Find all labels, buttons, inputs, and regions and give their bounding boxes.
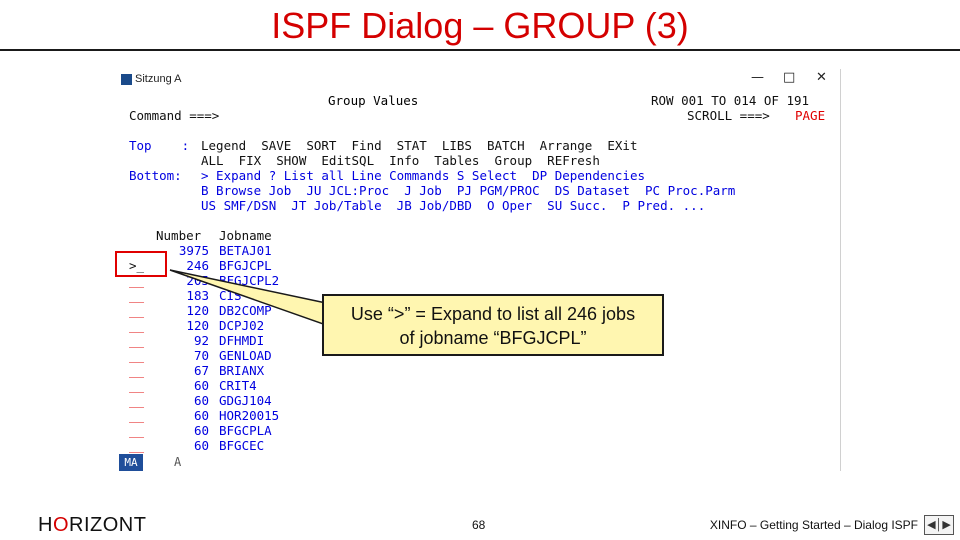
slide-nav-icon[interactable]: ◀│▶: [924, 515, 954, 535]
row-jobname: DFHMDI: [219, 333, 265, 348]
logo-part-h: H: [38, 514, 53, 536]
terminal-window: Sitzung A — □ ✕ Group Values ROW 001 TO …: [118, 69, 841, 471]
row-command-field[interactable]: __: [129, 423, 144, 438]
logo-part-rizont: RIZONT: [69, 514, 147, 536]
legend-label: [129, 183, 197, 198]
row-jobname: BRIANX: [219, 363, 265, 378]
row-command-field[interactable]: __: [129, 303, 144, 318]
row-number: 120: [186, 318, 209, 333]
row-jobname: BFGJCPL2: [219, 273, 280, 288]
row-command-field[interactable]: __: [129, 348, 144, 363]
session-icon: [121, 73, 132, 85]
column-header-number: Number: [156, 228, 202, 243]
row-jobname: CIS: [219, 288, 242, 303]
row-jobname: CRIT4: [219, 378, 257, 393]
row-jobname: DCPJ02: [219, 318, 265, 333]
row-command-field[interactable]: __: [129, 438, 144, 453]
row-number: 60: [193, 378, 209, 393]
legend-label: Bottom:: [129, 168, 190, 183]
row-number: 60: [193, 408, 209, 423]
column-header-jobname: Jobname: [219, 228, 272, 243]
callout-box: Use “>” = Expand to list all 246 jobs of…: [322, 294, 664, 356]
horizont-logo: HORIZONT: [38, 514, 146, 537]
row-number: 70: [193, 348, 209, 363]
panel-title: Group Values: [328, 93, 419, 108]
row-jobname: GENLOAD: [219, 348, 272, 363]
legend-label: [129, 198, 197, 213]
command-label: Command ===>: [129, 108, 220, 123]
row-number: 92: [193, 333, 209, 348]
row-number: 60: [193, 423, 209, 438]
page-number: 68: [472, 518, 486, 532]
row-command-field[interactable]: __: [129, 363, 144, 378]
row-command-field[interactable]: __: [129, 288, 144, 303]
close-icon[interactable]: ✕: [816, 70, 827, 85]
oia-session-indicator: A: [174, 455, 182, 469]
legend-label: [129, 153, 197, 168]
row-jobname: BFGCEC: [219, 438, 265, 453]
row-command-field[interactable]: __: [129, 378, 144, 393]
legend-label: Top :: [129, 138, 197, 153]
row-number: 60: [193, 438, 209, 453]
row-command-field[interactable]: __: [129, 333, 144, 348]
terminal-titlebar: Sitzung A — □ ✕: [118, 69, 840, 89]
status-bar: [118, 454, 840, 471]
minimize-icon[interactable]: —: [751, 70, 764, 85]
legend-line: B Browse Job JU JCL:Proc J Job PJ PGM/PR…: [201, 183, 736, 198]
scroll-value-field[interactable]: PAGE: [795, 108, 825, 123]
row-number: 183: [186, 288, 209, 303]
legend-line: > Expand ? List all Line Commands S Sele…: [201, 168, 646, 183]
callout-line-1: Use “>” = Expand to list all 246 jobs: [350, 304, 636, 324]
logo-part-o: O: [52, 514, 70, 536]
legend-line: US SMF/DSN JT Job/Table JB Job/DBD O Ope…: [201, 198, 706, 213]
row-number: 67: [193, 363, 209, 378]
session-name: Sitzung A: [135, 73, 182, 85]
row-jobname: DB2COMP: [219, 303, 272, 318]
highlight-box: [115, 251, 167, 277]
footer-text: XINFO – Getting Started – Dialog ISPF: [709, 518, 918, 532]
callout-line-2: of jobname “BFGJCPL”: [399, 328, 587, 348]
row-info: ROW 001 TO 014 OF 191: [651, 93, 810, 108]
row-number: 120: [186, 303, 209, 318]
row-jobname: BFGJCPL: [219, 258, 272, 273]
legend-line: Legend SAVE SORT Find STAT LIBS BATCH Ar…: [201, 138, 638, 153]
oia-mode-indicator: MA: [119, 454, 143, 471]
row-number: 60: [193, 393, 209, 408]
terminal-session-label: Sitzung A: [121, 72, 181, 86]
scroll-label: SCROLL ===>: [687, 108, 770, 123]
row-command-field[interactable]: __: [129, 393, 144, 408]
legend-line: ALL FIX SHOW EditSQL Info Tables Group R…: [201, 153, 600, 168]
row-jobname: HOR20015: [219, 408, 280, 423]
row-jobname: GDGJ104: [219, 393, 272, 408]
row-jobname: BETAJ01: [219, 243, 272, 258]
slide-title: ISPF Dialog – GROUP (3): [271, 5, 689, 46]
row-command-field[interactable]: __: [129, 318, 144, 333]
row-jobname: BFGCPLA: [219, 423, 272, 438]
title-divider: [0, 49, 960, 51]
maximize-icon[interactable]: □: [783, 70, 795, 85]
row-command-field[interactable]: __: [129, 408, 144, 423]
